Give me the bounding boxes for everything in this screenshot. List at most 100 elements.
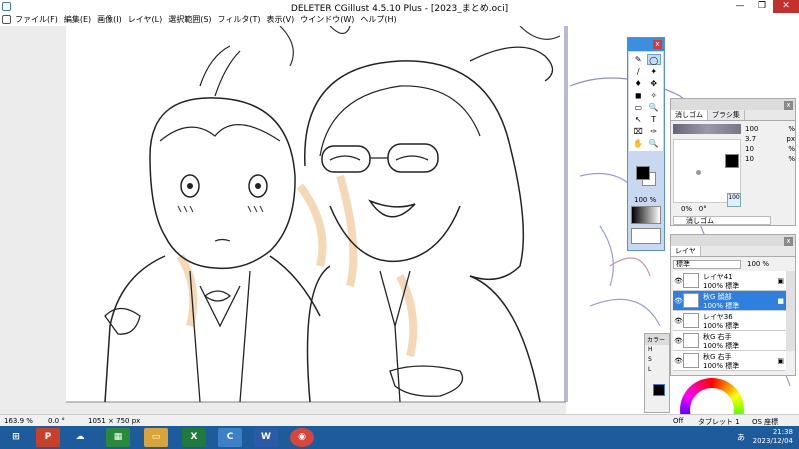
hue-label: H	[648, 346, 653, 353]
eye-icon[interactable]: 👁	[674, 317, 683, 325]
word-icon[interactable]: W	[254, 428, 278, 447]
lightness-label: L	[648, 366, 652, 373]
select-arrow-tool[interactable]: ↖	[631, 114, 646, 125]
ime-indicator[interactable]: あ	[737, 432, 745, 443]
layer-group-icon: ▣	[777, 357, 784, 365]
menu-filter[interactable]: フィルタ(T)	[215, 14, 264, 25]
foreground-color-swatch[interactable]	[636, 166, 650, 180]
layer-thumbnail	[683, 273, 699, 288]
layer-row[interactable]: 👁 レイヤ36 100% 標準	[673, 311, 786, 331]
effect-tool[interactable]: ✦	[647, 66, 662, 77]
color-panel-tab[interactable]: カラー	[645, 334, 669, 345]
layer-panel: x レイヤ 標準 100 % 👁 レイヤ41 100% 標準 ▣ 👁 秋G 顔部…	[670, 234, 796, 376]
layer-opacity[interactable]: 100	[747, 260, 760, 268]
gradient-swatch[interactable]	[631, 206, 661, 224]
title-bar: DELETER CGillust 4.5.10 Plus - [2023_まとめ…	[0, 0, 799, 14]
tab-brush-collection[interactable]: ブラシ集	[708, 110, 745, 120]
brush-color-swatch[interactable]	[725, 154, 739, 168]
layer-list: 👁 レイヤ41 100% 標準 ▣ 👁 秋G 顔部 100% 標準 ■ 👁 レイ…	[673, 271, 786, 371]
close-icon[interactable]: x	[784, 101, 793, 110]
zoom-tool[interactable]: 🔍	[647, 138, 662, 149]
brush-tip-preview[interactable]	[673, 124, 741, 134]
size-value[interactable]: 3.7	[745, 134, 756, 144]
tool-grid: ✎ ◯ ∕ ✦ ♦ ✥ ◼ ✧ ▭ 🔍 ↖ T ⌧ ✑ ✋ 🔍	[629, 52, 663, 151]
brush-values: 100% 3.7 px 10% 10%	[745, 124, 795, 164]
layer-row[interactable]: 👁 秋G 顔部 100% 標準 ■	[673, 291, 786, 311]
chrome-icon[interactable]: ◉	[290, 428, 314, 447]
cgillust-icon[interactable]: C	[218, 428, 242, 447]
blend-row: 標準 100 %	[673, 259, 795, 269]
move-tool[interactable]: ✥	[647, 78, 662, 89]
menu-layer[interactable]: レイヤ(L)	[125, 14, 165, 25]
status-bar: 163.9 % 0.0 ° 1051 × 750 px Off タブレット 1 …	[0, 414, 799, 426]
eye-icon[interactable]: 👁	[674, 357, 683, 365]
excel-icon[interactable]: X	[182, 428, 206, 447]
tool-palette-header[interactable]: x	[628, 38, 664, 51]
spacing-value[interactable]: 10	[745, 154, 754, 164]
taskbar: ⊞ P ☁ ▦ ▭ X C W ◉ あ 21:38 2023/12/04	[0, 426, 799, 449]
eraser-tool[interactable]: ◯	[646, 54, 661, 65]
menu-selection[interactable]: 選択範囲(S)	[165, 14, 214, 25]
line-tool[interactable]: ∕	[631, 66, 646, 77]
close-icon[interactable]: x	[784, 237, 793, 246]
clock-date: 2023/12/04	[752, 437, 793, 445]
menu-view[interactable]: 表示(V)	[264, 14, 298, 25]
minimize-button[interactable]: —	[729, 0, 751, 13]
close-icon[interactable]: x	[653, 40, 662, 49]
rect-fill-tool[interactable]: ◼	[631, 90, 646, 101]
powerpoint-icon[interactable]: P	[36, 428, 60, 447]
menu-bar: ファイル(F) 編集(E) 画像(I) レイヤ(L) 選択範囲(S) フィルタ(…	[0, 13, 799, 26]
menu-edit[interactable]: 編集(E)	[61, 14, 94, 25]
saturation-label: S	[648, 356, 652, 363]
maximize-button[interactable]: ❐	[751, 0, 773, 13]
layer-thumbnail	[683, 313, 699, 328]
density-value[interactable]: 10	[745, 144, 754, 154]
menu-window[interactable]: ウインドウ(W)	[297, 14, 357, 25]
layer-thumbnail	[683, 293, 699, 308]
window-controls: — ❐ ✕	[729, 0, 799, 13]
hardness-button[interactable]: 100	[727, 193, 741, 207]
tab-layer[interactable]: レイヤ	[671, 246, 701, 256]
file-explorer-icon[interactable]: ▭	[144, 428, 168, 447]
start-button[interactable]: ⊞	[4, 428, 28, 447]
brush-tool[interactable]: ✧	[647, 90, 662, 101]
menu-help[interactable]: ヘルプ(H)	[357, 14, 399, 25]
layer-row[interactable]: 👁 秋G 右手 100% 標準	[673, 331, 786, 351]
fill-tool[interactable]: ♦	[631, 78, 646, 89]
lasso-tool[interactable]: 🔍	[647, 102, 662, 113]
current-color-swatch[interactable]	[653, 384, 665, 396]
layer-scrollbar[interactable]	[786, 271, 795, 351]
brush-tabs: 消しゴム ブラシ集	[671, 110, 795, 121]
brush-panel-header[interactable]: x	[671, 99, 795, 110]
system-clock[interactable]: 21:38 2023/12/04	[753, 428, 793, 446]
tab-eraser[interactable]: 消しゴム	[671, 110, 708, 120]
crop-tool[interactable]: ⌧	[631, 126, 646, 137]
status-angle: 0.0 °	[48, 417, 65, 425]
opacity-value[interactable]: 100	[745, 124, 758, 134]
text-tool[interactable]: T	[647, 114, 662, 125]
layer-panel-header[interactable]: x	[671, 235, 795, 246]
pen-tool[interactable]: ✎	[631, 54, 646, 65]
onedrive-icon[interactable]: ☁	[68, 428, 92, 447]
texture-swatch[interactable]	[631, 228, 661, 244]
close-button[interactable]: ✕	[773, 0, 799, 13]
brush-name-field[interactable]: 消しゴム	[673, 216, 771, 225]
eye-icon[interactable]: 👁	[674, 277, 683, 285]
palette-zoom: 100 %	[634, 196, 657, 204]
eye-icon[interactable]: 👁	[674, 297, 683, 305]
layer-row[interactable]: 👁 レイヤ41 100% 標準 ▣	[673, 271, 786, 291]
status-zoom: 163.9 %	[4, 417, 33, 425]
store-icon[interactable]: ▦	[106, 428, 130, 447]
menu-image[interactable]: 画像(I)	[94, 14, 125, 25]
eyedropper-tool[interactable]: ✑	[647, 126, 662, 137]
status-off: Off	[673, 417, 684, 425]
select-rect-tool[interactable]: ▭	[631, 102, 646, 113]
layer-row[interactable]: 👁 秋G 右手 100% 標準 ▣	[673, 351, 786, 371]
eye-icon[interactable]: 👁	[674, 337, 683, 345]
layer-mask-icon: ■	[777, 297, 784, 305]
menu-file[interactable]: ファイル(F)	[12, 14, 61, 25]
document-icon[interactable]	[2, 15, 11, 24]
blend-mode-select[interactable]: 標準	[673, 259, 741, 269]
hand-tool[interactable]: ✋	[631, 138, 646, 149]
tool-palette: x ✎ ◯ ∕ ✦ ♦ ✥ ◼ ✧ ▭ 🔍 ↖ T ⌧ ✑ ✋ 🔍 100 %	[627, 37, 665, 251]
